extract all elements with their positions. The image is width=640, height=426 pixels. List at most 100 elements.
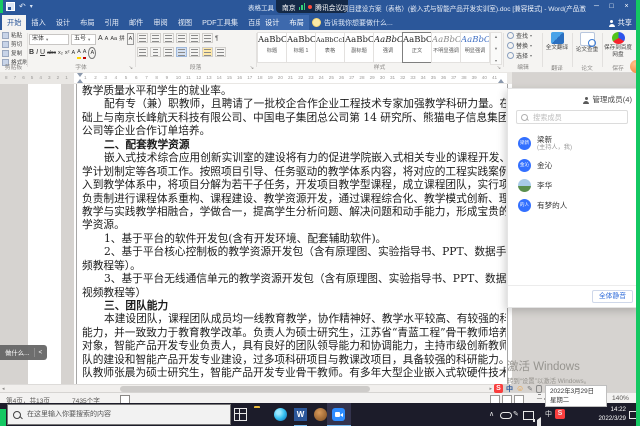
ime-language-icon[interactable]: 中 xyxy=(506,384,513,394)
styles-scroll-up-icon[interactable]: ▲ xyxy=(494,34,498,39)
member-row[interactable]: 的人 有梦的人 xyxy=(508,195,640,215)
underline-button[interactable]: U xyxy=(40,48,45,58)
show-marks-icon[interactable]: ¶ xyxy=(215,34,219,43)
style-card[interactable]: AaBbCcDd 表格 xyxy=(315,32,345,63)
font-color-button[interactable]: A xyxy=(83,47,87,59)
microphone-icon[interactable] xyxy=(536,385,542,393)
style-card[interactable]: AaBbC 标题 1 xyxy=(286,32,316,63)
meeting-status-pill[interactable]: 南京 腾讯会议 xyxy=(276,0,348,13)
first-line-indent-marker[interactable] xyxy=(77,73,83,77)
decrease-indent-icon[interactable] xyxy=(176,33,187,43)
editing-item[interactable]: 选择 ▾ xyxy=(507,51,541,60)
align-left-icon[interactable] xyxy=(137,47,148,57)
strikethrough-button[interactable]: abc xyxy=(47,48,56,58)
character-border-button[interactable]: A xyxy=(127,33,135,45)
contextual-tab[interactable]: 设计 xyxy=(260,15,284,30)
style-card[interactable]: AaBbCcD 正文 xyxy=(402,32,432,63)
multilevel-list-icon[interactable] xyxy=(163,33,174,43)
bold-button[interactable]: B xyxy=(29,48,34,58)
highlight-color-button[interactable]: A xyxy=(77,47,81,59)
language-indicator[interactable]: 中 xyxy=(545,410,552,419)
subscript-button[interactable]: x₂ xyxy=(58,48,63,58)
sogou-tray-icon[interactable]: S xyxy=(555,409,565,419)
save-icon[interactable] xyxy=(6,2,15,11)
pen-icon[interactable]: ✎ xyxy=(513,410,519,419)
styles-dialog-launcher-icon[interactable]: ↘ xyxy=(497,65,501,71)
ribbon-tab[interactable]: 插入 xyxy=(26,15,50,30)
font-size-combo[interactable]: 五号▾ xyxy=(71,34,96,45)
edge-browser-icon[interactable] xyxy=(274,408,287,421)
cloud-icon[interactable] xyxy=(500,412,512,419)
line-spacing-icon[interactable] xyxy=(189,47,200,57)
bullet-list-icon[interactable] xyxy=(137,33,148,43)
mute-all-button[interactable]: 全体静音 xyxy=(592,290,633,303)
ribbon-tab[interactable]: 开始 xyxy=(2,15,26,30)
maximize-button[interactable]: □ xyxy=(604,0,619,14)
task-view-icon[interactable] xyxy=(234,408,247,421)
text-effects-button[interactable]: A xyxy=(71,48,75,58)
sogou-icon[interactable]: S xyxy=(494,384,503,393)
share-button[interactable]: 共享 xyxy=(609,15,632,30)
ribbon-tab[interactable]: PDF工具集 xyxy=(197,15,243,30)
save-to-netdisk-button[interactable]: 保存到百度网盘 xyxy=(603,45,633,58)
floating-toolbar-collapsed[interactable]: 做什么... < xyxy=(0,345,47,360)
member-row[interactable]: 梁新 梁新 (主持人，我) xyxy=(508,131,640,155)
quick-access-dropdown-icon[interactable]: ▾ xyxy=(30,3,33,10)
shading-icon[interactable] xyxy=(202,47,213,57)
right-indent-marker[interactable] xyxy=(498,79,504,83)
phonetic-guide-button[interactable]: 拼 xyxy=(119,34,125,44)
style-card[interactable]: AaBbCcD 明显强调 xyxy=(460,32,490,63)
ribbon-tab[interactable]: 视图 xyxy=(173,15,197,30)
style-card[interactable]: AaBbC 副标题 xyxy=(344,32,374,63)
style-card[interactable]: AaBbC 标题 xyxy=(257,32,287,63)
sort-icon[interactable] xyxy=(202,33,213,43)
speaker-icon[interactable] xyxy=(537,417,541,426)
justify-icon[interactable] xyxy=(176,47,187,57)
style-card[interactable]: AaBbCcD 不明显强调 xyxy=(431,32,461,63)
paper-check-button[interactable]: 论文查重 xyxy=(573,47,601,54)
minimize-button[interactable]: ─ xyxy=(589,0,604,14)
ribbon-tab[interactable]: 引用 xyxy=(100,15,124,30)
close-button[interactable]: × xyxy=(619,0,634,14)
undo-icon[interactable]: ↶ xyxy=(19,3,26,11)
italic-button[interactable]: I xyxy=(36,48,38,58)
document-page[interactable]: 教学质量水平和学生的就业率。配有专（兼）职教师，且聘请了一批校企合作企业工程技术… xyxy=(74,84,512,384)
member-search-input[interactable] xyxy=(531,112,625,123)
clipboard-item[interactable]: 剪切 xyxy=(2,40,27,48)
hidden-icons-chevron[interactable]: ∧ xyxy=(489,410,494,419)
browser-app-icon[interactable] xyxy=(314,408,327,421)
ribbon-tab[interactable]: 设计 xyxy=(51,15,75,30)
increase-indent-icon[interactable] xyxy=(189,33,200,43)
style-card[interactable]: AaBbCcD 强调 xyxy=(373,32,403,63)
taskbar-search-box[interactable] xyxy=(7,404,231,425)
member-row[interactable]: 金沁 金沁 xyxy=(508,155,640,175)
editing-item[interactable]: 查找 ▾ xyxy=(507,31,541,40)
font-dialog-launcher-icon[interactable]: ↘ xyxy=(129,65,133,71)
change-case-button[interactable]: Aa xyxy=(110,34,117,44)
ribbon-tab[interactable]: 审阅 xyxy=(148,15,172,30)
styles-scroll-arrows[interactable]: ▲ ▼ ▾ xyxy=(490,32,502,65)
tell-me-box[interactable]: 告诉我你想要做什么... xyxy=(312,15,393,30)
emoji-icon[interactable]: ☺ xyxy=(516,384,524,393)
editing-item[interactable]: 替换 ▾ xyxy=(507,41,541,50)
paragraph-dialog-launcher-icon[interactable]: ↘ xyxy=(250,65,254,71)
clipboard-item[interactable]: 粘贴 xyxy=(2,31,27,39)
member-row[interactable]: 李华 xyxy=(508,175,640,195)
clipboard-item[interactable]: 复制 xyxy=(2,49,27,57)
meeting-app-tile[interactable] xyxy=(327,403,351,426)
hanging-indent-marker[interactable] xyxy=(77,79,83,83)
align-right-icon[interactable] xyxy=(163,47,174,57)
ribbon-tab[interactable]: 邮件 xyxy=(124,15,148,30)
collapse-chevron-icon[interactable]: < xyxy=(39,349,43,356)
taskbar-search-input[interactable] xyxy=(25,410,219,419)
superscript-button[interactable]: x² xyxy=(65,48,70,58)
taskbar-clock[interactable]: 14:22 2022/3/29 xyxy=(598,406,626,423)
align-center-icon[interactable] xyxy=(150,47,161,57)
translate-button[interactable]: 全文翻译 xyxy=(543,45,571,52)
styles-scroll-down-icon[interactable]: ▼ xyxy=(494,46,498,51)
numbered-list-icon[interactable] xyxy=(150,33,161,43)
ribbon-tab[interactable]: 布局 xyxy=(75,15,99,30)
borders-icon[interactable] xyxy=(215,47,226,57)
font-name-combo[interactable]: 宋体▾ xyxy=(29,34,69,45)
contextual-tab[interactable]: 布局 xyxy=(284,15,308,30)
